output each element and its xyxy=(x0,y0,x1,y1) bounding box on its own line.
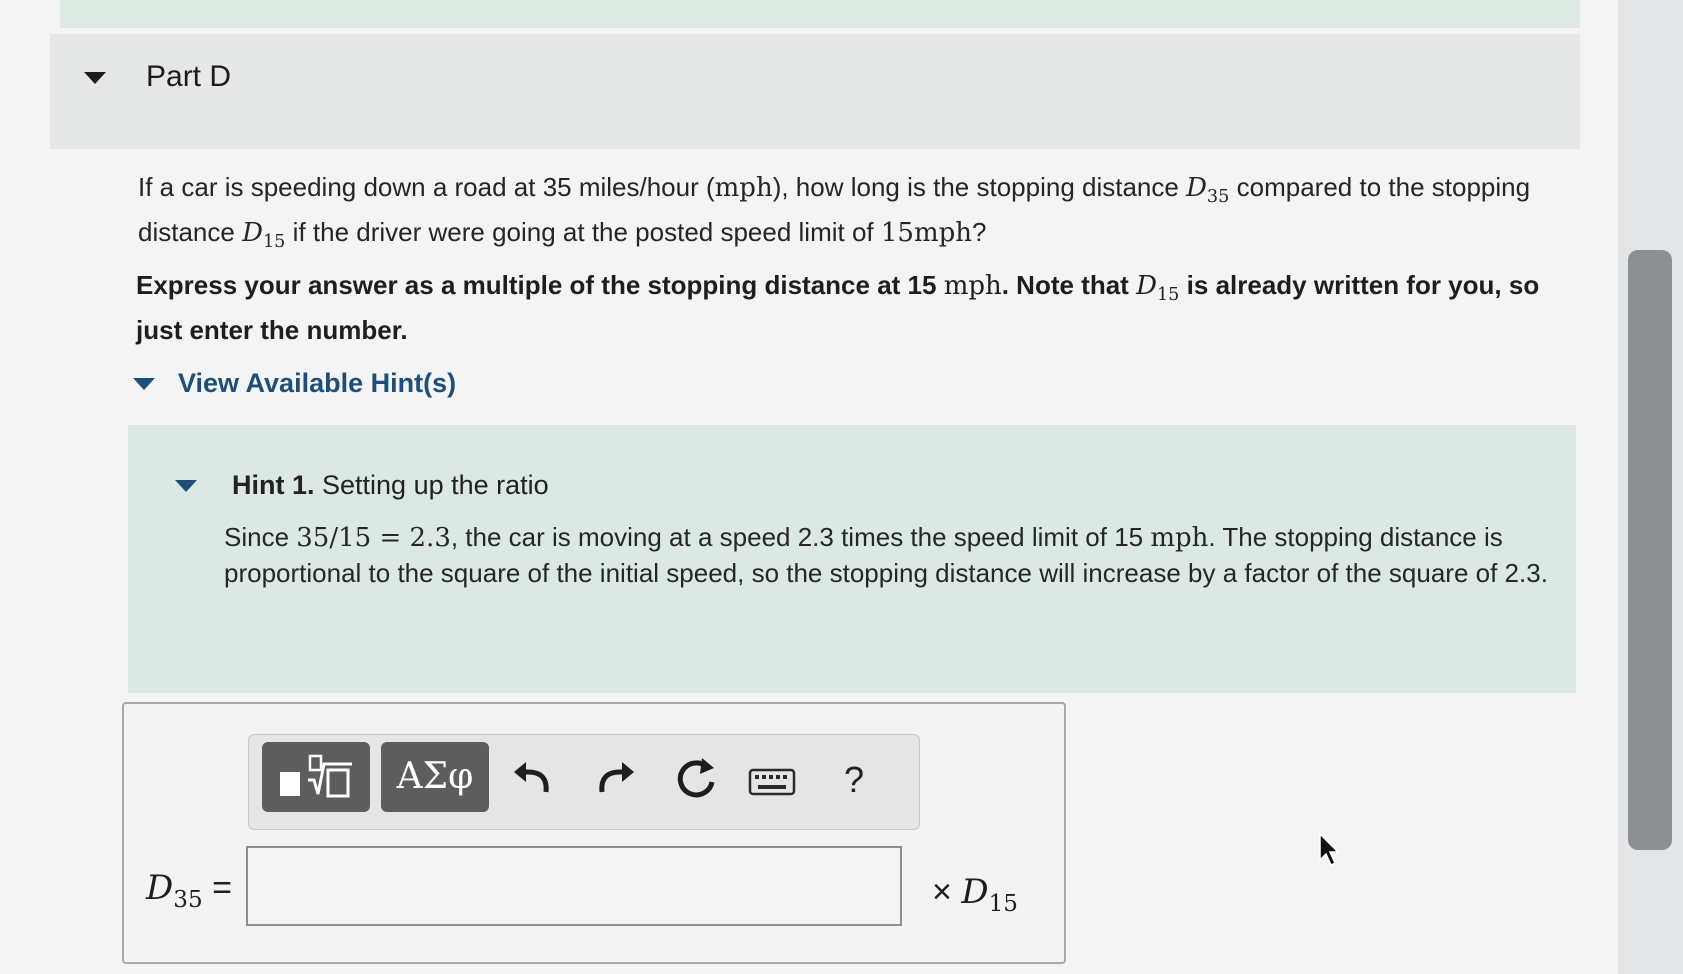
scrollbar-thumb[interactable] xyxy=(1628,250,1672,850)
view-hints-label: View Available Hint(s) xyxy=(178,368,457,398)
collapse-caret-icon[interactable] xyxy=(84,72,106,84)
instruction-text: Express your answer as a multiple of the… xyxy=(136,270,1540,346)
keyboard-icon[interactable] xyxy=(744,752,800,808)
hint1-caret-icon[interactable] xyxy=(175,480,197,492)
answer-input[interactable] xyxy=(246,846,902,926)
redo-icon[interactable] xyxy=(586,752,642,808)
templates-icon xyxy=(280,754,352,798)
help-icon[interactable]: ? xyxy=(826,752,882,808)
answer-label: D35 = xyxy=(146,868,232,913)
hint-caret-icon xyxy=(133,378,155,390)
templates-button[interactable] xyxy=(262,742,370,812)
reset-icon[interactable] xyxy=(668,752,724,808)
top-strip xyxy=(60,0,1580,28)
page: Part D If a car is speeding down a road … xyxy=(0,0,1683,974)
hint1-body: Since 35/15 = 2.3, the car is moving at … xyxy=(224,522,1548,588)
greek-symbols-button[interactable]: ΑΣφ xyxy=(381,742,489,812)
question-text: If a car is speeding down a road at 35 m… xyxy=(138,172,1531,253)
undo-icon[interactable] xyxy=(506,752,562,808)
hint1-title[interactable]: Hint 1. Setting up the ratio xyxy=(232,470,549,501)
part-title: Part D xyxy=(146,60,232,93)
mouse-cursor-icon xyxy=(1319,832,1340,867)
answer-unit-label: × D15 xyxy=(932,872,1018,917)
part-header[interactable] xyxy=(50,34,1580,149)
